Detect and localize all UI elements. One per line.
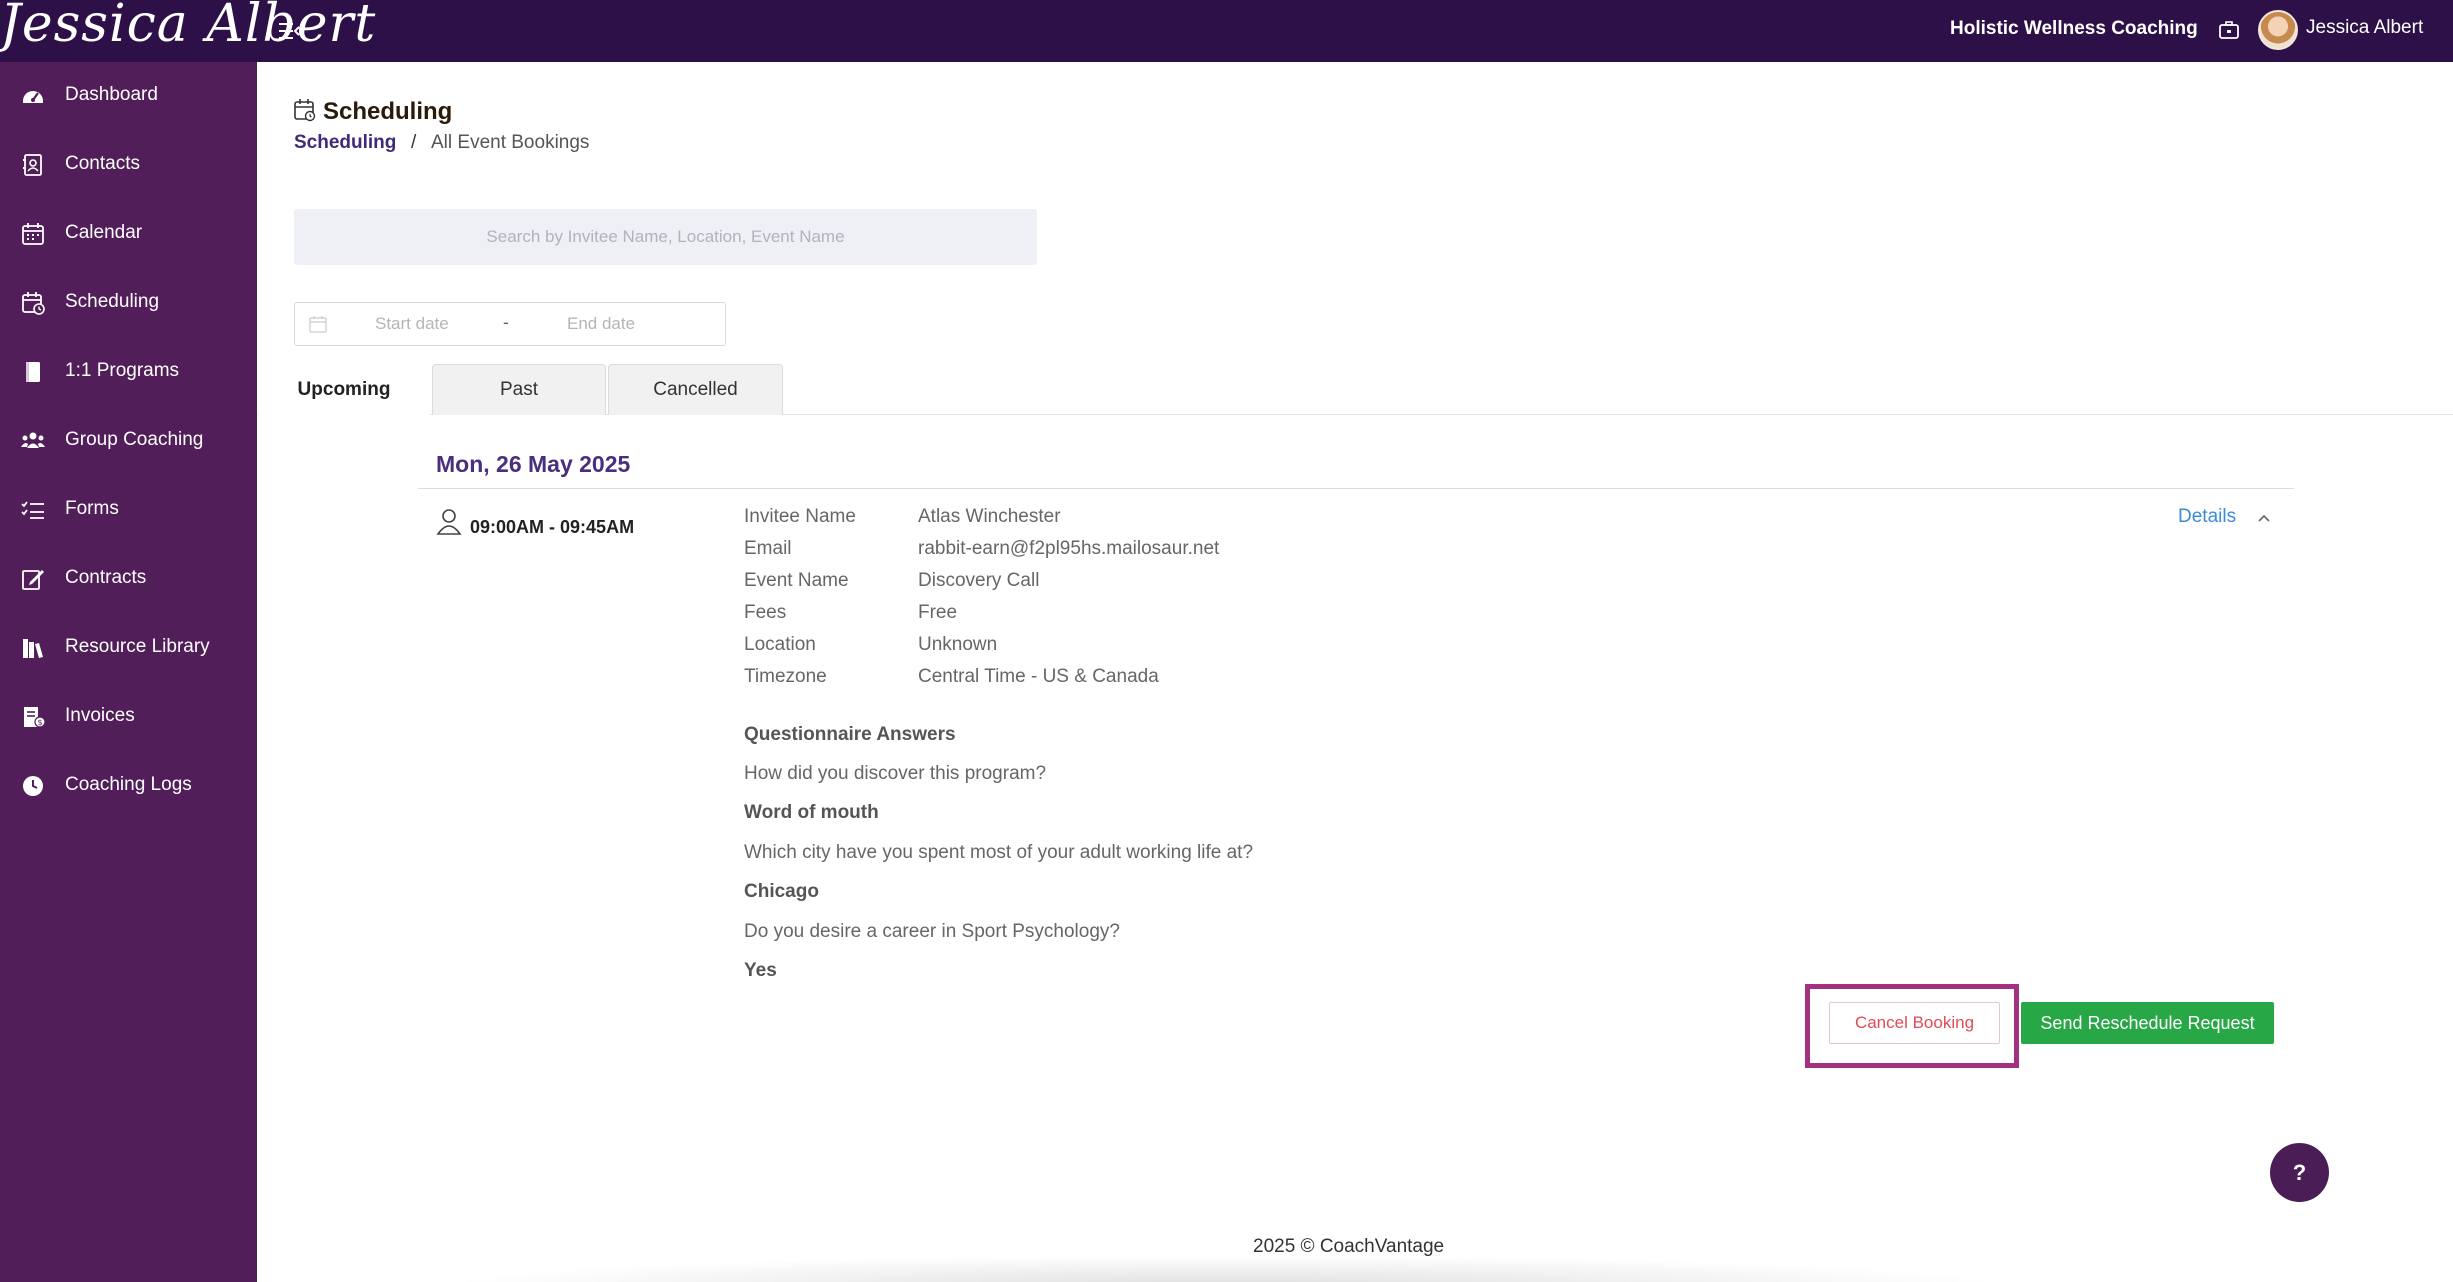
tab-past[interactable]: Past <box>432 364 606 415</box>
sidebar-item-label: Group Coaching <box>65 429 204 450</box>
checklist-icon <box>21 501 44 519</box>
book-icon <box>26 362 40 382</box>
clock-icon <box>23 776 43 796</box>
date-range-separator: - <box>503 313 509 332</box>
dashboard-gauge-icon <box>23 91 43 103</box>
contacts-book-icon <box>23 154 42 176</box>
sidebar-item-label: Contacts <box>65 153 140 174</box>
sidebar-item-programs[interactable]: 1:1 Programs <box>0 344 257 400</box>
sidebar-item-contracts[interactable]: Contracts <box>0 551 257 607</box>
sidebar-item-label: Contracts <box>65 567 147 588</box>
event-name-label: Event Name <box>744 570 849 591</box>
invitee-name-label: Invitee Name <box>744 506 856 527</box>
footer-shadow <box>440 1255 2010 1282</box>
sidebar-item-invoices[interactable]: $ Invoices <box>0 689 257 745</box>
group-users-icon <box>21 432 45 448</box>
sidebar-item-calendar[interactable]: Calendar <box>0 206 257 262</box>
invoice-icon: $ <box>24 707 46 728</box>
sidebar-item-coaching-logs[interactable]: Coaching Logs <box>0 758 257 814</box>
cancel-booking-button[interactable]: Cancel Booking <box>1829 1002 2000 1044</box>
sidebar-item-label: Coaching Logs <box>65 774 192 795</box>
top-bar: Jessica Albert Holistic Wellness Coachin… <box>0 0 2453 62</box>
sidebar-item-label: Forms <box>65 498 119 519</box>
end-date-input[interactable]: End date <box>567 314 635 334</box>
person-icon <box>436 509 462 535</box>
timezone-label: Timezone <box>744 666 827 687</box>
sidebar-item-label: Resource Library <box>65 636 210 657</box>
briefcase-icon[interactable] <box>2218 19 2240 41</box>
user-name[interactable]: Jessica Albert <box>2306 17 2423 39</box>
page-title: Scheduling <box>323 98 453 125</box>
calendar-icon <box>22 223 44 245</box>
sidebar-item-forms[interactable]: Forms <box>0 482 257 538</box>
answer-text: Yes <box>744 960 777 981</box>
footer-copyright: 2025 © CoachVantage <box>1253 1236 1445 1257</box>
breadcrumb-current: All Event Bookings <box>431 132 590 153</box>
start-date-input[interactable]: Start date <box>375 314 449 334</box>
breadcrumb-separator: / <box>411 132 417 153</box>
sidebar-item-label: Invoices <box>65 705 135 726</box>
send-reschedule-request-button[interactable]: Send Reschedule Request <box>2021 1002 2274 1044</box>
sidebar-item-label: Calendar <box>65 222 143 243</box>
user-avatar[interactable] <box>2258 10 2298 50</box>
sidebar-item-resource-library[interactable]: Resource Library <box>0 620 257 676</box>
booking-time: 09:00AM - 09:45AM <box>470 517 635 537</box>
sidebar-item-label: Dashboard <box>65 84 158 105</box>
help-button[interactable]: ? <box>2270 1143 2329 1202</box>
chevron-up-icon[interactable] <box>2256 510 2272 526</box>
search-input[interactable] <box>294 209 1037 265</box>
sidebar-item-dashboard[interactable]: Dashboard <box>0 68 257 124</box>
date-range-picker[interactable]: Start date - End date <box>294 302 726 346</box>
sidebar-item-label: 1:1 Programs <box>65 360 180 381</box>
signature-icon <box>22 570 44 590</box>
scheduling-calendar-icon <box>22 292 45 315</box>
svg-text:$: $ <box>37 718 42 727</box>
details-toggle[interactable]: Details <box>2178 506 2236 528</box>
breadcrumb-scheduling-link[interactable]: Scheduling <box>294 132 396 154</box>
tab-upcoming[interactable]: Upcoming <box>258 364 430 415</box>
email-value: rabbit-earn@f2pl95hs.mailosaur.net <box>918 538 1220 559</box>
sidebar-item-scheduling[interactable]: Scheduling <box>0 275 257 331</box>
divider <box>418 488 2294 489</box>
timezone-value: Central Time - US & Canada <box>918 666 1159 687</box>
answer-text: Word of mouth <box>744 802 879 823</box>
location-value: Unknown <box>918 634 998 655</box>
event-name-value: Discovery Call <box>918 570 1040 591</box>
location-label: Location <box>744 634 816 655</box>
menu-toggle-icon[interactable] <box>276 18 302 44</box>
invitee-name-value: Atlas Winchester <box>918 506 1061 527</box>
booking-date-header: Mon, 26 May 2025 <box>436 451 631 477</box>
email-label: Email <box>744 538 792 559</box>
fees-label: Fees <box>744 602 787 623</box>
question-text: Do you desire a career in Sport Psycholo… <box>744 921 1120 942</box>
library-books-icon <box>23 639 43 658</box>
question-text: How did you discover this program? <box>744 763 1047 784</box>
scheduling-calendar-icon <box>294 99 316 122</box>
organization-name[interactable]: Holistic Wellness Coaching <box>1950 18 2198 40</box>
brand-logo[interactable]: Jessica Albert <box>0 0 376 54</box>
fees-value: Free <box>918 602 958 623</box>
sidebar: Dashboard Contacts Calendar Scheduling 1… <box>0 62 257 1282</box>
sidebar-item-label: Scheduling <box>65 291 160 312</box>
sidebar-item-contacts[interactable]: Contacts <box>0 137 257 193</box>
questionnaire-title: Questionnaire Answers <box>744 724 956 745</box>
tab-cancelled[interactable]: Cancelled <box>608 364 783 415</box>
answer-text: Chicago <box>744 881 819 902</box>
sidebar-item-group-coaching[interactable]: Group Coaching <box>0 413 257 469</box>
calendar-icon <box>309 316 327 333</box>
question-text: Which city have you spent most of your a… <box>744 842 1254 863</box>
